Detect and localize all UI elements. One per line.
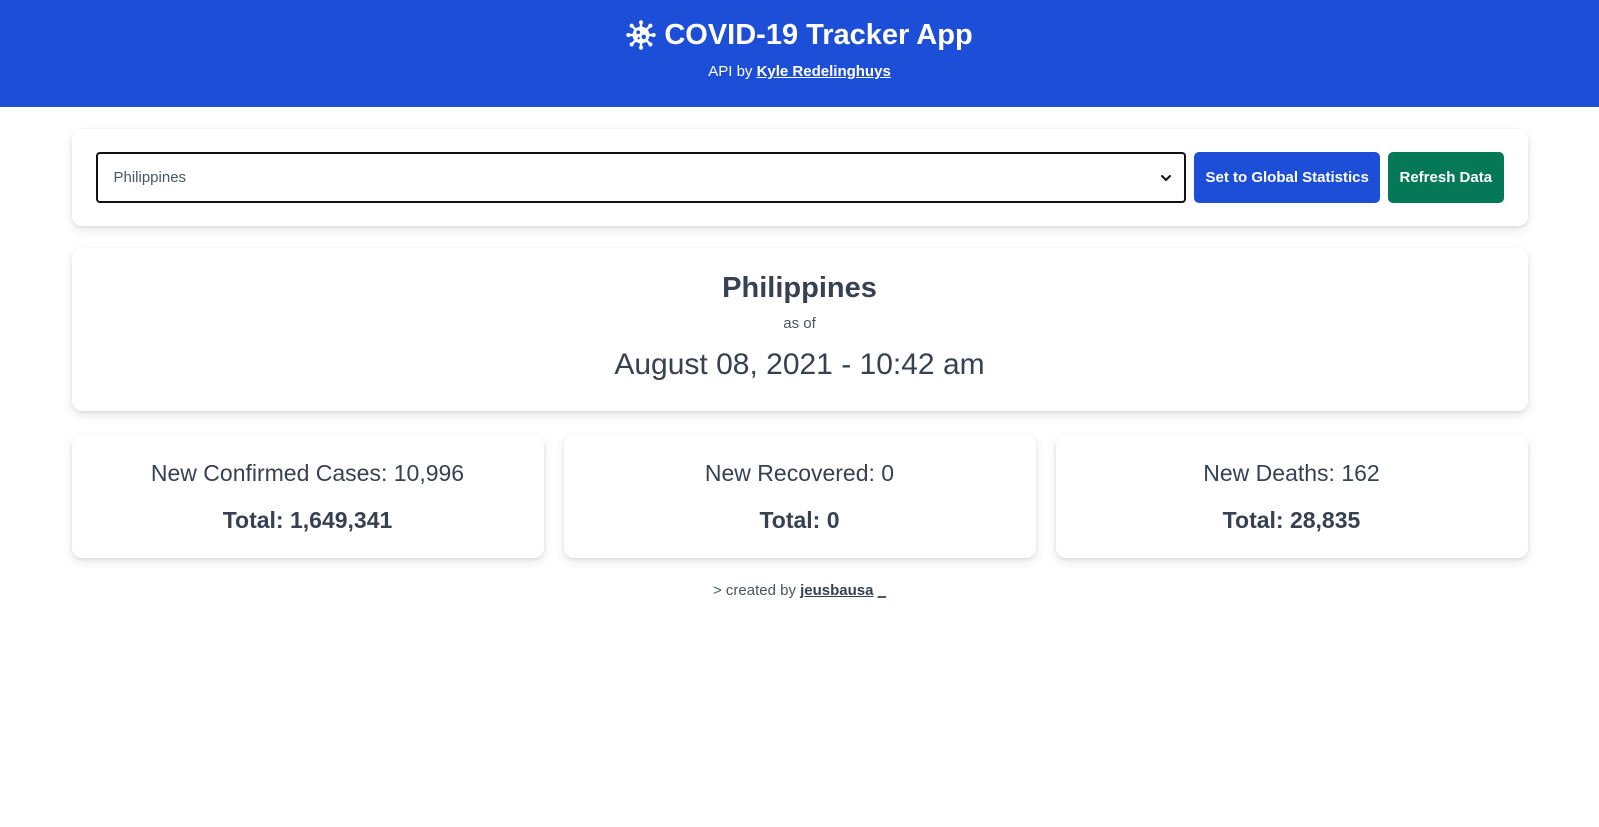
confirmed-cases-card: New Confirmed Cases: 10,996 Total: 1,649… [71,435,544,558]
as-of-label: as of [783,315,816,332]
total-confirmed-cases: Total: 1,649,341 [222,507,393,533]
new-recovered: New Recovered: 0 [704,460,895,486]
last-updated-datetime: August 08, 2021 - 10:42 am [614,348,985,381]
app-header: COVID-19 Tracker App API by Kyle Redelin… [0,0,1599,107]
footer: > created by jeusbausa _ [72,582,1528,599]
recovered-card: New Recovered: 0 Total: 0 [563,435,1036,558]
main-content: Philippines Set to Global Statistics Ref… [71,129,1528,599]
app-title-row: COVID-19 Tracker App [0,17,1599,53]
deaths-card: New Deaths: 162 Total: 28,835 [1055,435,1528,558]
controls-card: Philippines Set to Global Statistics Ref… [71,129,1528,226]
footer-prefix: > created by [712,582,796,599]
app-title: COVID-19 Tracker App [664,19,973,51]
summary-card: Philippines as of August 08, 2021 - 10:4… [71,248,1528,411]
new-deaths: New Deaths: 162 [1203,460,1380,486]
country-select[interactable]: Philippines [95,152,1186,203]
chevron-down-icon [1160,174,1171,181]
virus-icon [626,20,657,50]
total-recovered: Total: 0 [759,507,840,533]
footer-cursor: _ [877,582,887,599]
api-credit-prefix: API by [708,63,753,80]
country-select-value: Philippines [113,169,187,186]
total-deaths: Total: 28,835 [1222,507,1361,533]
api-credit: API by Kyle Redelinghuys [0,62,1599,82]
country-title: Philippines [722,272,877,304]
refresh-data-button[interactable]: Refresh Data [1387,152,1504,203]
stats-row: New Confirmed Cases: 10,996 Total: 1,649… [71,435,1528,558]
new-confirmed-cases: New Confirmed Cases: 10,996 [150,460,465,486]
footer-author-link[interactable]: jeusbausa [800,582,873,599]
api-author-link[interactable]: Kyle Redelinghuys [757,63,891,80]
global-statistics-button[interactable]: Set to Global Statistics [1193,152,1380,203]
